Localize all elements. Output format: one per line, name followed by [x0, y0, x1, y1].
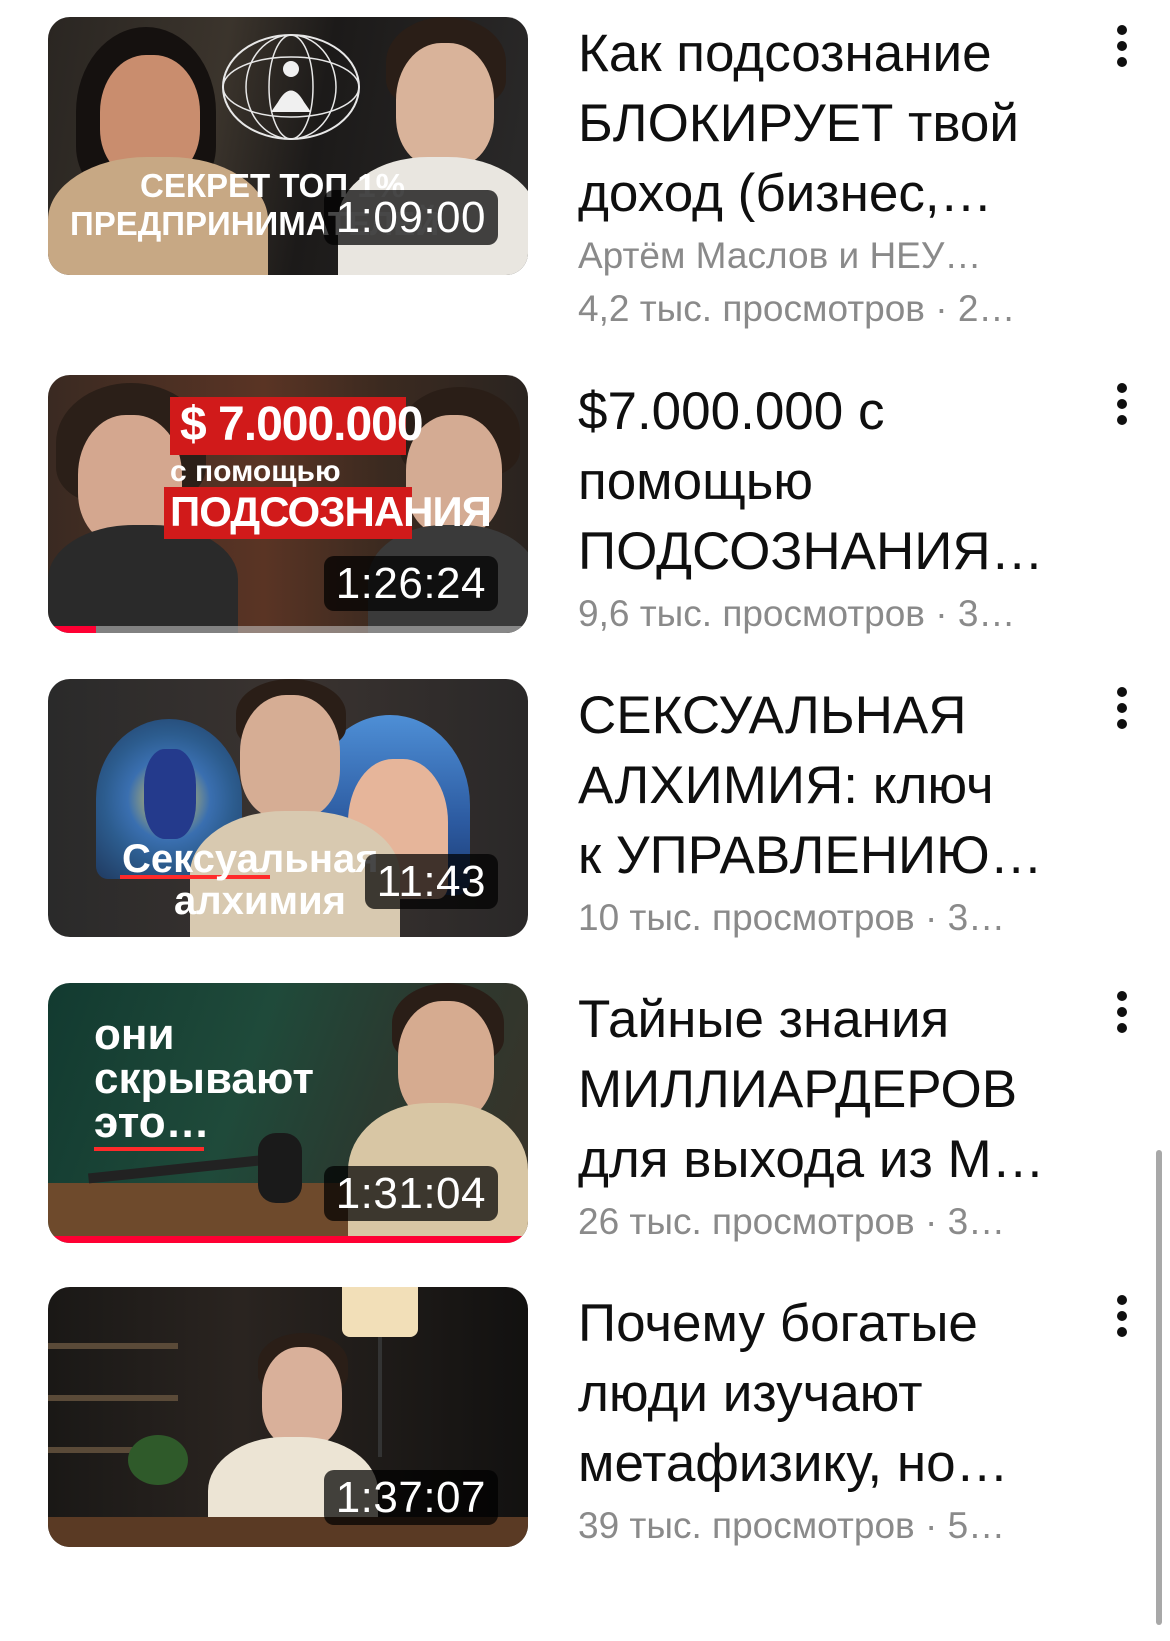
scrollbar[interactable] [1156, 1150, 1162, 1625]
video-item[interactable]: 1:37:07 Почему богатые люди изучают мета… [0, 1287, 1150, 1587]
video-item[interactable]: они скрывают это… 1:31:04 Тайные знания … [0, 983, 1150, 1283]
video-duration: 1:09:00 [323, 190, 498, 245]
more-vertical-icon[interactable] [1108, 383, 1136, 453]
video-thumbnail[interactable]: СЕКРЕТ ТОП 1% ПРЕДПРИНИМАТЕЛЕЙ 1:09:00 [48, 17, 528, 275]
video-thumbnail[interactable]: они скрывают это… 1:31:04 [48, 983, 528, 1243]
video-title[interactable]: Тайные знания МИЛЛИАРДЕРОВ для выхода из… [578, 985, 1078, 1195]
video-meta: $7.000.000 с помощью ПОДСОЗНАНИЯ… 9,6 ты… [578, 377, 1078, 640]
thumbnail-caption: скрывают [94, 1054, 314, 1103]
video-meta: Почему богатые люди изучают метафизику, … [578, 1289, 1078, 1552]
video-item[interactable]: СЕКРЕТ ТОП 1% ПРЕДПРИНИМАТЕЛЕЙ 1:09:00 К… [0, 17, 1150, 329]
video-title[interactable]: Почему богатые люди изучают метафизику, … [578, 1289, 1078, 1499]
video-list: СЕКРЕТ ТОП 1% ПРЕДПРИНИМАТЕЛЕЙ 1:09:00 К… [0, 0, 1170, 1641]
video-stats: 10 тыс. просмотров · 3… [578, 897, 1006, 938]
video-stats: 39 тыс. просмотров · 5… [578, 1505, 1006, 1546]
thumbnail-shelf [48, 1343, 178, 1349]
thumbnail-caption: Сексуальная [122, 837, 379, 881]
thumbnail-shelf [48, 1395, 178, 1401]
video-duration: 1:31:04 [323, 1166, 498, 1221]
video-thumbnail[interactable]: 1:37:07 [48, 1287, 528, 1547]
video-thumbnail[interactable]: Сексуальная алхимия 11:43 [48, 679, 528, 937]
watch-progress-track [48, 626, 528, 633]
video-item[interactable]: $ 7.000.000 с помощью ПОДСОЗНАНИЯ 1:26:2… [0, 375, 1150, 675]
video-thumbnail[interactable]: $ 7.000.000 с помощью ПОДСОЗНАНИЯ 1:26:2… [48, 375, 528, 633]
more-vertical-icon[interactable] [1108, 1295, 1136, 1365]
more-vertical-icon[interactable] [1108, 991, 1136, 1061]
video-title[interactable]: Как подсознание БЛОКИРУЕТ твой доход (би… [578, 19, 1078, 229]
thumbnail-caption: $ 7.000.000 [180, 398, 424, 451]
video-stats: 4,2 тыс. просмотров · 2… [578, 288, 1016, 329]
video-title[interactable]: $7.000.000 с помощью ПОДСОЗНАНИЯ… [578, 377, 1078, 587]
video-item[interactable]: Сексуальная алхимия 11:43 СЕКСУАЛЬНАЯ АЛ… [0, 679, 1150, 979]
thumbnail-mic [258, 1133, 302, 1203]
thumbnail-art [144, 749, 196, 839]
more-vertical-icon[interactable] [1108, 687, 1136, 757]
video-duration: 1:26:24 [323, 556, 498, 611]
thumbnail-caption: алхимия [174, 879, 347, 923]
channel-name[interactable]: Артём Маслов и НЕУ… [578, 229, 1078, 282]
thumbnail-caption: это… [94, 1098, 210, 1147]
watch-progress [48, 626, 96, 633]
thumbnail-plant [128, 1435, 188, 1485]
video-meta: Как подсознание БЛОКИРУЕТ твой доход (би… [578, 19, 1078, 335]
thumbnail-caption: ПОДСОЗНАНИЯ [170, 488, 492, 535]
thumbnail-lamp [342, 1287, 418, 1337]
watch-progress [48, 1236, 528, 1243]
video-stats: 26 тыс. просмотров · 3… [578, 1201, 1006, 1242]
more-vertical-icon[interactable] [1108, 25, 1136, 95]
video-meta: СЕКСУАЛЬНАЯ АЛХИМИЯ: ключ к УПРАВЛЕНИЮ… … [578, 681, 1078, 944]
sphere-graphic [222, 34, 360, 140]
thumbnail-underline [94, 1147, 204, 1151]
video-title[interactable]: СЕКСУАЛЬНАЯ АЛХИМИЯ: ключ к УПРАВЛЕНИЮ… [578, 681, 1078, 891]
thumbnail-caption: они [94, 1010, 175, 1059]
video-meta: Тайные знания МИЛЛИАРДЕРОВ для выхода из… [578, 985, 1078, 1248]
thumbnail-lamp [378, 1337, 382, 1457]
video-duration: 11:43 [364, 854, 498, 909]
thumbnail-caption: с помощью [170, 455, 341, 488]
video-duration: 1:37:07 [323, 1470, 498, 1525]
video-stats: 9,6 тыс. просмотров · 3… [578, 593, 1016, 634]
